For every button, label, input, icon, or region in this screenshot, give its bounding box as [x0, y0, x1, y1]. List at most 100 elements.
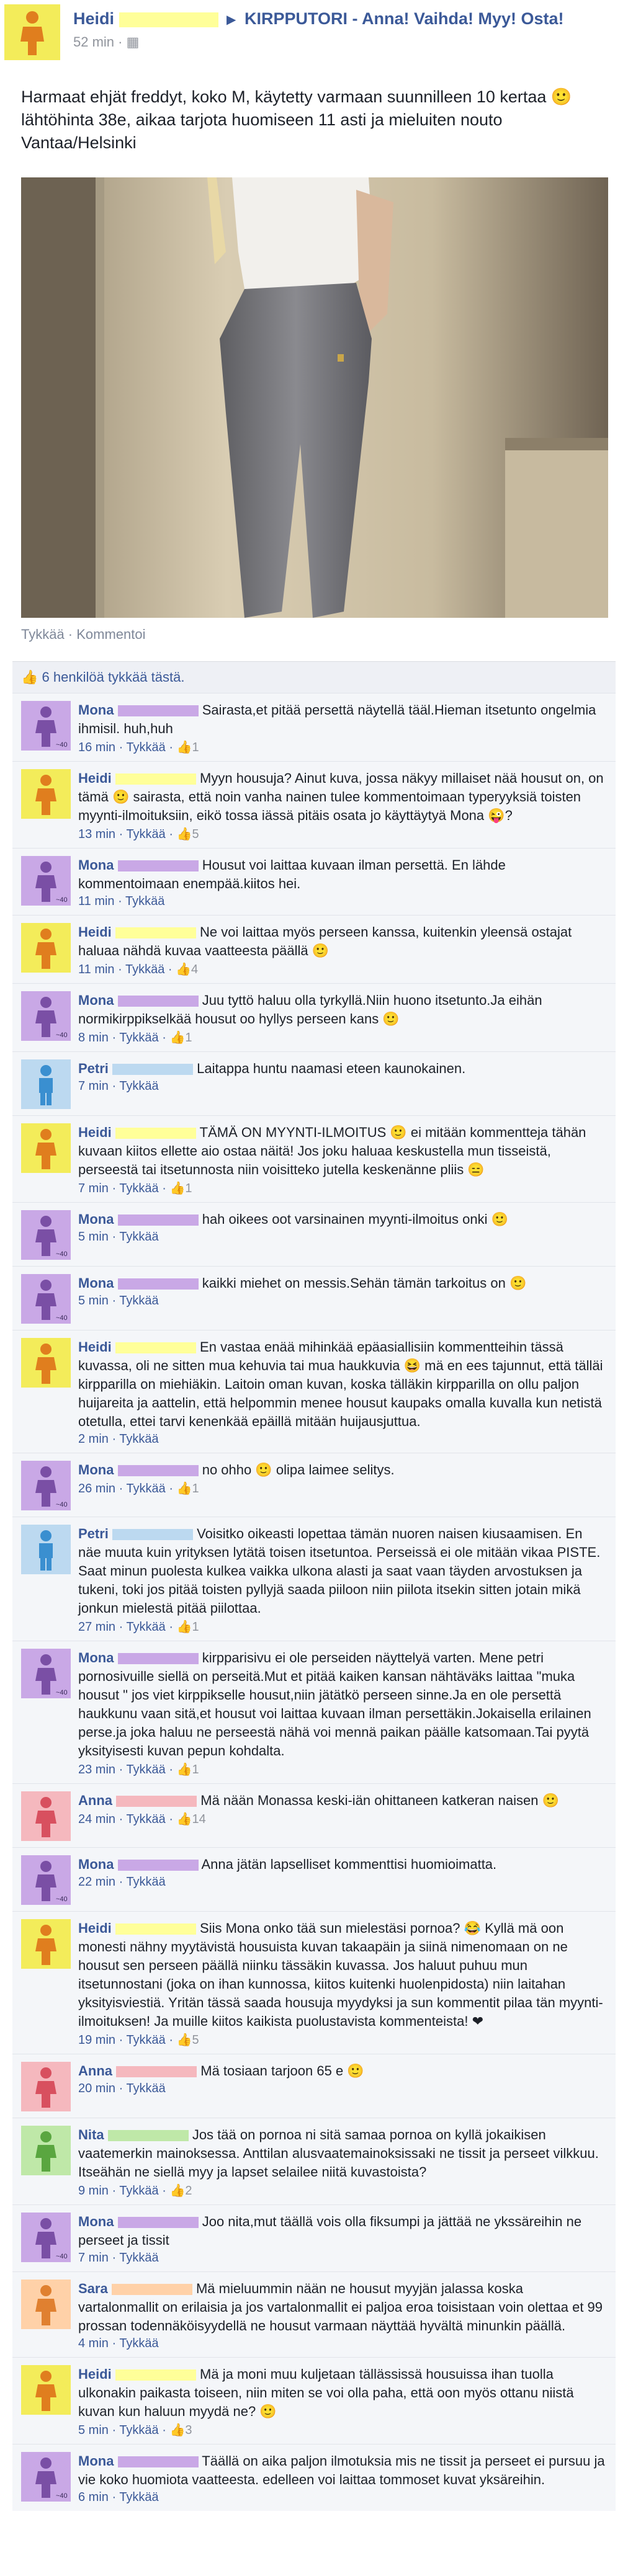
comment: ~40 Mona Housut voi laittaa kuvaan ilman…	[12, 848, 616, 915]
comment-meta-text[interactable]: 26 min · Tykkää ·	[78, 1482, 177, 1495]
commenter-avatar[interactable]	[21, 923, 71, 973]
comment-meta-text[interactable]: 19 min · Tykkää ·	[78, 2033, 177, 2047]
comment-meta-text[interactable]: 5 min · Tykkää	[78, 1294, 159, 1308]
comment-meta-text[interactable]: 13 min · Tykkää ·	[78, 827, 177, 841]
commenter-name[interactable]: Mona	[78, 702, 114, 718]
redacted-surname	[115, 1923, 196, 1935]
comment-meta: 9 min · Tykkää · 👍2	[78, 2183, 607, 2198]
commenter-avatar[interactable]: ~40	[21, 1649, 71, 1698]
commenter-avatar[interactable]	[21, 2062, 71, 2111]
comment-meta: 13 min · Tykkää · 👍5	[78, 826, 607, 842]
comment-meta: 5 min · Tykkää · 👍3	[78, 2422, 607, 2438]
comment-body: Mona Housut voi laittaa kuvaan ilman per…	[78, 856, 607, 893]
commenter-avatar[interactable]	[21, 1338, 71, 1388]
commenter-name[interactable]: Mona	[78, 992, 114, 1008]
commenter-name[interactable]: Nita	[78, 2127, 104, 2142]
post-photo[interactable]	[21, 177, 608, 618]
comment-meta-text[interactable]: 16 min · Tykkää ·	[78, 741, 177, 754]
commenter-avatar[interactable]: ~40	[21, 701, 71, 751]
post-author[interactable]: Heidi	[73, 9, 114, 28]
commenter-name[interactable]: Sara	[78, 2281, 108, 2296]
commenter-name[interactable]: Mona	[78, 1856, 114, 1872]
group-name[interactable]: KIRPPUTORI - Anna! Vaihda! Myy! Osta!	[244, 9, 564, 28]
comment-meta-text[interactable]: 7 min · Tykkää ·	[78, 1182, 169, 1195]
comment: Sara Mä mieluummin nään ne housut myyjän…	[12, 2271, 616, 2357]
commenter-avatar[interactable]	[21, 769, 71, 819]
comment-meta-text[interactable]: 5 min · Tykkää ·	[78, 2423, 169, 2437]
comment: ~40 Mona Sairasta,et pitää persettä näyt…	[12, 693, 616, 761]
comment-meta-text[interactable]: 22 min · Tykkää	[78, 1875, 166, 1889]
commenter-name[interactable]: Anna	[78, 1793, 112, 1808]
commenter-name[interactable]: Heidi	[78, 2366, 112, 2382]
commenter-name[interactable]: Mona	[78, 1211, 114, 1227]
post-actions[interactable]: Tykkää · Kommentoi	[0, 618, 628, 654]
user-icon	[35, 1797, 56, 1837]
commenter-avatar[interactable]: ~40	[21, 2213, 71, 2262]
commenter-name[interactable]: Mona	[78, 2214, 114, 2229]
commenter-name[interactable]: Mona	[78, 1650, 114, 1665]
commenter-avatar[interactable]: ~40	[21, 2452, 71, 2502]
commenter-name[interactable]: Anna	[78, 2063, 112, 2079]
comment: ~40 Mona no ohho 🙂 olipa laimee selitys.…	[12, 1453, 616, 1517]
comment: Heidi En vastaa enää mihinkää epäasialli…	[12, 1330, 616, 1453]
comment-meta-text[interactable]: 11 min · Tykkää ·	[78, 963, 176, 976]
commenter-avatar[interactable]	[21, 1919, 71, 1969]
commenter-name[interactable]: Heidi	[78, 770, 112, 786]
commenter-avatar[interactable]	[21, 2365, 71, 2415]
comment-meta: 7 min · Tykkää	[78, 1079, 607, 1094]
comment-meta-text[interactable]: 8 min · Tykkää ·	[78, 1031, 169, 1045]
commenter-avatar[interactable]: ~40	[21, 1210, 71, 1260]
comment-body: Mona Joo nita,mut täällä vois olla fiksu…	[78, 2213, 607, 2250]
comment-body: Anna Mä tosiaan tarjoon 65 e 🙂	[78, 2062, 607, 2080]
commenter-name[interactable]: Petri	[78, 1061, 109, 1076]
commenter-name[interactable]: Mona	[78, 1275, 114, 1291]
redacted-surname	[115, 1342, 196, 1354]
comment-meta-text[interactable]: 7 min · Tykkää	[78, 2251, 159, 2265]
commenter-name[interactable]: Mona	[78, 2453, 114, 2469]
comment-like-count: 1	[192, 1620, 199, 1634]
commenter-avatar[interactable]	[21, 1791, 71, 1841]
comment-meta-text[interactable]: 24 min · Tykkää ·	[78, 1812, 177, 1826]
comment: ~40 Mona Anna jätän lapselliset kommentt…	[12, 1847, 616, 1911]
commenter-avatar[interactable]: ~40	[21, 1274, 71, 1324]
comment-meta-text[interactable]: 11 min · Tykkää	[78, 894, 164, 908]
commenter-name[interactable]: Heidi	[78, 924, 112, 940]
comment: ~40 Mona hah oikees oot varsinainen myyn…	[12, 1202, 616, 1266]
commenter-avatar[interactable]: ~40	[21, 1855, 71, 1905]
commenter-avatar[interactable]	[21, 1123, 71, 1173]
comment-meta: 22 min · Tykkää	[78, 1875, 607, 1889]
comment-meta-text[interactable]: 2 min · Tykkää	[78, 1432, 159, 1446]
comment-meta-text[interactable]: 23 min · Tykkää ·	[78, 1763, 177, 1776]
comment-text: no ohho 🙂 olipa laimee selitys.	[202, 1462, 395, 1477]
commenter-avatar[interactable]	[21, 2126, 71, 2175]
commenter-name[interactable]: Heidi	[78, 1339, 112, 1355]
comment-meta-text[interactable]: 7 min · Tykkää	[78, 1079, 159, 1093]
commenter-name[interactable]: Petri	[78, 1526, 109, 1541]
comment-like-count: 14	[192, 1812, 206, 1826]
comment-meta-text[interactable]: 5 min · Tykkää	[78, 1230, 159, 1244]
commenter-name[interactable]: Heidi	[78, 1920, 112, 1936]
commenter-avatar[interactable]: ~40	[21, 856, 71, 906]
audience-icon: · ▦	[118, 33, 140, 50]
commenter-avatar[interactable]	[21, 1525, 71, 1574]
comment-meta: 8 min · Tykkää · 👍1	[78, 1030, 607, 1045]
commenter-avatar[interactable]: ~40	[21, 1461, 71, 1510]
comment-meta-text[interactable]: 27 min · Tykkää ·	[78, 1620, 177, 1634]
commenter-avatar[interactable]	[21, 2280, 71, 2329]
author-avatar[interactable]	[4, 4, 60, 60]
comment-meta-text[interactable]: 20 min · Tykkää	[78, 2082, 166, 2095]
redacted-surname	[115, 927, 196, 939]
likes-summary[interactable]: 👍 6 henkilöä tykkää tästä.	[12, 661, 616, 693]
svg-text:~40: ~40	[56, 1689, 68, 1696]
commenter-avatar[interactable]	[21, 1059, 71, 1109]
comment-body: Heidi Mä ja moni muu kuljetaan tällässis…	[78, 2365, 607, 2421]
comment-meta-text[interactable]: 4 min · Tykkää	[78, 2337, 159, 2350]
comment-meta-text[interactable]: 9 min · Tykkää ·	[78, 2184, 169, 2198]
commenter-avatar[interactable]: ~40	[21, 991, 71, 1041]
commenter-name[interactable]: Heidi	[78, 1125, 112, 1140]
comment-meta-text[interactable]: 6 min · Tykkää	[78, 2490, 159, 2504]
commenter-name[interactable]: Mona	[78, 857, 114, 873]
svg-text:~40: ~40	[56, 1314, 68, 1322]
post-time[interactable]: 52 min	[73, 34, 114, 50]
commenter-name[interactable]: Mona	[78, 1462, 114, 1477]
